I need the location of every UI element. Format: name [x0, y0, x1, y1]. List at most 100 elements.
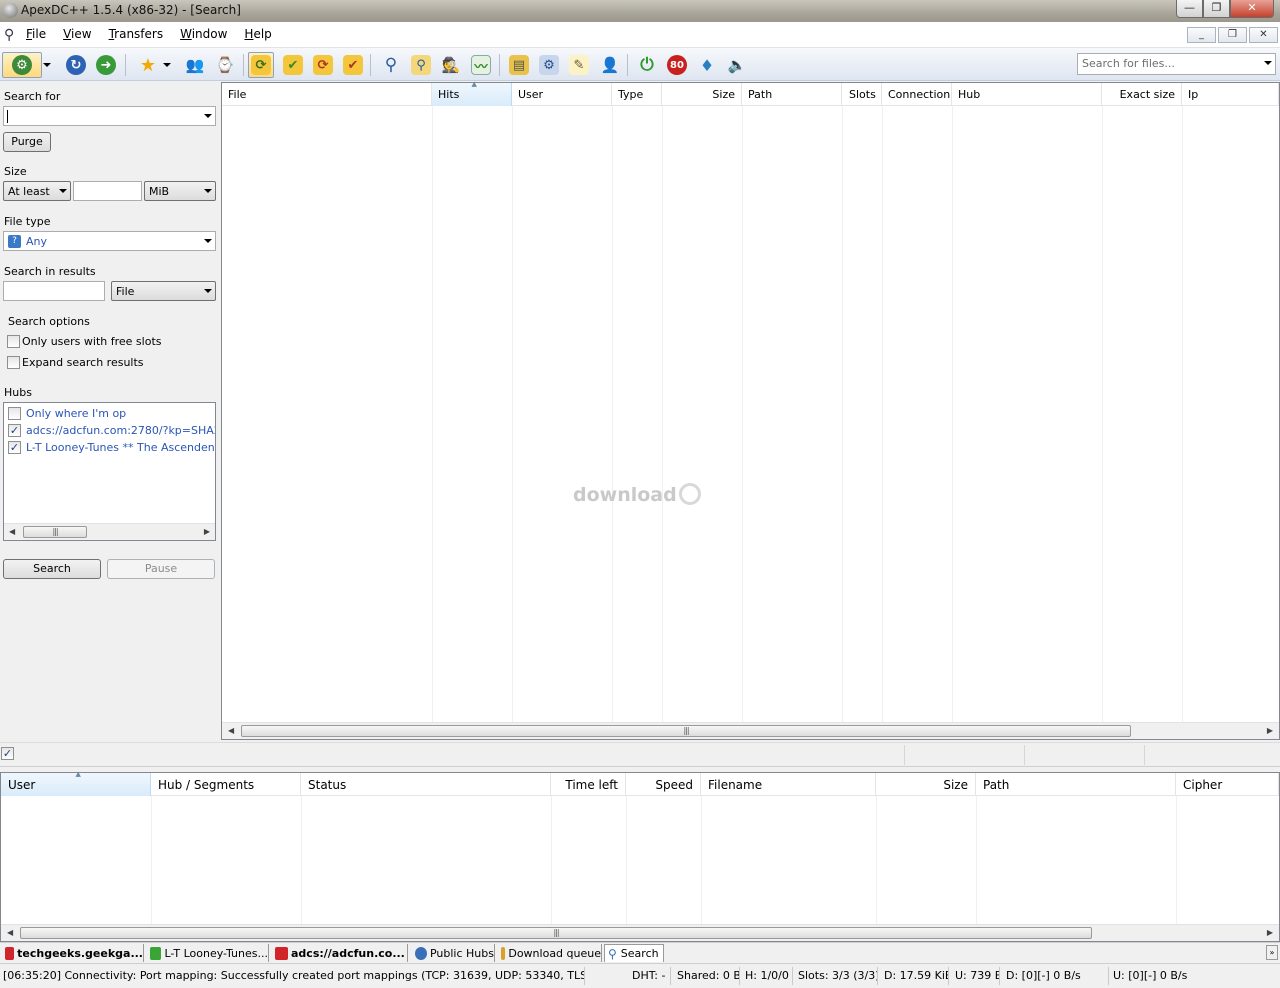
column-user[interactable]: User — [512, 83, 612, 106]
menu-window[interactable]: Window — [180, 27, 227, 41]
connect-button[interactable]: ⚙ — [2, 52, 42, 78]
hub-row[interactable]: ✓ adcs://adcfun.com:2780/?kp=SHA256 — [8, 422, 215, 438]
hub-checkbox[interactable]: ✓ — [8, 423, 21, 437]
results-horizontal-scrollbar[interactable]: ◀ ||| ▶ — [222, 722, 1279, 739]
column-hub-segments[interactable]: Hub / Segments — [151, 773, 301, 796]
transfers-horizontal-scrollbar[interactable]: ◀ ||| ▶ — [1, 924, 1279, 941]
scroll-right-icon[interactable]: ▶ — [204, 527, 210, 536]
column-connection[interactable]: Connection — [882, 83, 952, 106]
mdi-close-button[interactable]: ✕ — [1249, 27, 1278, 43]
search-in-results-input[interactable] — [3, 281, 105, 301]
tab-scroll-right-icon[interactable]: » — [1266, 945, 1278, 960]
favorite-users-button[interactable]: 👥 — [182, 52, 208, 78]
tab-hub-looney-tunes[interactable]: L-T Looney-Tunes... — [147, 944, 269, 962]
notepad-button[interactable]: ✎ — [566, 52, 592, 78]
menu-help[interactable]: Help — [244, 27, 271, 41]
tab-search[interactable]: ⚲ Search — [604, 944, 664, 962]
column-hits[interactable]: ▲ Hits — [432, 80, 512, 106]
filter-checkbox[interactable]: ✓ — [1, 747, 14, 760]
column-size[interactable]: Size — [876, 773, 976, 796]
column-type[interactable]: Type — [612, 83, 662, 106]
hub-row[interactable]: ✓ L-T Looney-Tunes ** The Ascendent Ne — [8, 439, 215, 455]
reconnect-button[interactable]: ↻ — [63, 52, 89, 78]
column-speed[interactable]: Speed — [626, 773, 701, 796]
favorite-hubs-button[interactable]: ★ — [135, 52, 161, 78]
tab-hub-techgeeks[interactable]: techgeeks.geekga... — [2, 944, 144, 962]
size-input[interactable] — [73, 181, 142, 201]
free-slots-label[interactable]: Only users with free slots — [22, 335, 162, 348]
open-file-list-button[interactable]: ▤ — [506, 52, 532, 78]
hubs-horizontal-scrollbar[interactable]: ◀ ||| ▶ — [4, 523, 215, 540]
hubs-list[interactable]: Only where I'm op ✓ adcs://adcfun.com:27… — [3, 402, 216, 541]
sound-button[interactable]: 🔈 — [724, 52, 750, 78]
search-button[interactable]: ⚲ — [378, 52, 404, 78]
expand-results-checkbox[interactable] — [7, 356, 20, 369]
free-slots-checkbox[interactable] — [7, 335, 20, 348]
scroll-left-icon[interactable]: ◀ — [228, 726, 234, 735]
column-hub[interactable]: Hub — [952, 83, 1102, 106]
scroll-right-icon[interactable]: ▶ — [1267, 726, 1273, 735]
purge-button[interactable]: Purge — [3, 132, 51, 152]
search-submit-button[interactable]: Search — [3, 559, 101, 579]
quick-search-input[interactable]: Search for files... — [1077, 53, 1276, 75]
follow-redirect-button[interactable]: ➜ — [93, 52, 119, 78]
column-path[interactable]: Path — [742, 83, 842, 106]
menu-transfers[interactable]: Transfers — [109, 27, 164, 41]
column-ip[interactable]: Ip — [1182, 83, 1279, 106]
file-type-select[interactable]: ? Any — [3, 231, 216, 251]
chevron-down-icon[interactable] — [1264, 61, 1272, 65]
column-slots[interactable]: Slots — [842, 83, 882, 106]
maximize-button[interactable]: ❐ — [1203, 0, 1230, 18]
finished-downloads-button[interactable]: ✔ — [280, 52, 306, 78]
search-in-results-field-select[interactable]: File — [111, 281, 216, 301]
expand-results-label[interactable]: Expand search results — [22, 356, 144, 369]
close-button[interactable]: ✕ — [1230, 0, 1274, 18]
minimize-button[interactable]: — — [1176, 0, 1203, 18]
column-user[interactable]: ▲ User — [1, 770, 151, 796]
away-button[interactable]: ⏻ — [634, 52, 660, 78]
recent-hubs-button[interactable]: ⌚ — [212, 52, 238, 78]
column-cipher[interactable]: Cipher — [1176, 773, 1279, 796]
upload-queue-button[interactable]: ⟳ — [310, 52, 336, 78]
download-queue-button[interactable]: ⟳ — [248, 52, 274, 78]
search-window-icon[interactable]: ⚲ — [4, 27, 14, 43]
menu-view[interactable]: View — [63, 27, 91, 41]
settings-button[interactable]: ⚙ — [536, 52, 562, 78]
column-exact-size[interactable]: Exact size — [1102, 83, 1182, 106]
user-button[interactable]: 👤 — [597, 52, 623, 78]
tab-download-queue[interactable]: Download queue — [498, 944, 602, 962]
scrollbar-thumb[interactable]: ||| — [20, 927, 1092, 939]
adl-search-button[interactable]: ⚲ — [408, 52, 434, 78]
mdi-restore-button[interactable]: ❐ — [1218, 27, 1247, 43]
search-for-combo[interactable] — [3, 106, 216, 126]
scroll-right-icon[interactable]: ▶ — [1267, 928, 1273, 937]
limiter-button[interactable]: 80 — [664, 52, 690, 78]
mdi-minimize-button[interactable]: _ — [1187, 27, 1216, 43]
tab-hub-adcfun[interactable]: adcs://adcfun.co... — [272, 944, 408, 962]
scrollbar-thumb[interactable]: ||| — [23, 526, 87, 538]
search-results-list[interactable]: File ▲ Hits User Type Size Path Slots Con… — [221, 80, 1280, 740]
scrollbar-thumb[interactable]: ||| — [241, 725, 1131, 737]
hub-checkbox[interactable] — [8, 406, 21, 420]
favorite-hubs-dropdown[interactable] — [160, 52, 174, 78]
finished-uploads-button[interactable]: ✔ — [340, 52, 366, 78]
column-size[interactable]: Size — [662, 83, 742, 106]
tab-public-hubs[interactable]: Public Hubs — [412, 944, 495, 962]
network-statistics-button[interactable]: 〰 — [468, 52, 494, 78]
column-time-left[interactable]: Time left — [551, 773, 626, 796]
size-mode-select[interactable]: At least — [3, 181, 71, 201]
hub-row[interactable]: Only where I'm op — [8, 405, 126, 421]
chevron-down-icon[interactable] — [204, 114, 212, 118]
column-file[interactable]: File — [222, 83, 432, 106]
column-status[interactable]: Status — [301, 773, 551, 796]
shutdown-button[interactable]: ♦ — [694, 52, 720, 78]
scroll-left-icon[interactable]: ◀ — [9, 527, 15, 536]
search-spy-button[interactable]: 🕵 — [438, 52, 464, 78]
size-unit-select[interactable]: MiB — [144, 181, 216, 201]
column-filename[interactable]: Filename — [701, 773, 876, 796]
connect-dropdown[interactable] — [40, 52, 54, 78]
pause-button[interactable]: Pause — [107, 559, 215, 579]
hub-checkbox[interactable]: ✓ — [8, 440, 21, 454]
transfers-list[interactable]: ▲ User Hub / Segments Status Time left Sp… — [0, 770, 1280, 942]
column-path[interactable]: Path — [976, 773, 1176, 796]
